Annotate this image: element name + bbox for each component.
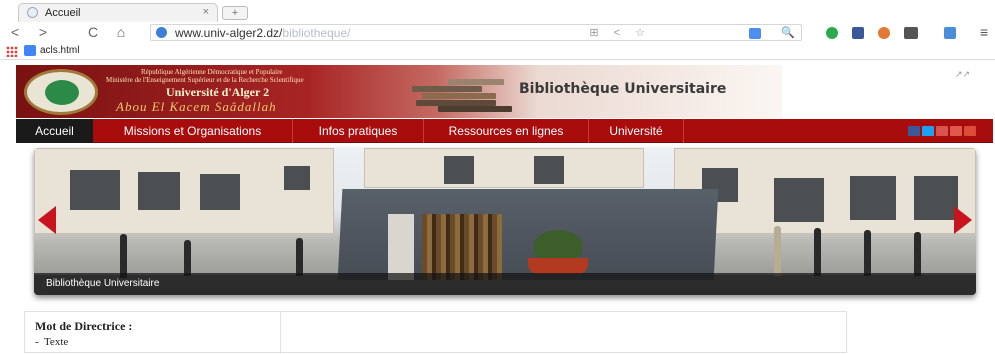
site-banner: République Algérienne Démocratique et Po… [16,65,782,118]
building-center [364,148,644,188]
facebook-icon[interactable] [852,27,864,39]
google-plus-icon[interactable] [964,126,976,136]
reload-button[interactable]: C [84,22,102,42]
panel-item-text: Texte [43,336,69,348]
image-slider[interactable]: Bibliothèque Universitaire [34,148,976,295]
new-tab-button[interactable]: + [222,6,248,20]
bookmarks-bar: acls.html [0,42,995,60]
page-content: République Algérienne Démocratique et Po… [0,60,995,354]
zoom-icon[interactable]: 🔍 [781,26,795,39]
secure-icon [156,27,167,38]
books-icon [408,70,518,114]
slider-prev-icon[interactable] [38,206,56,234]
globe-icon [27,7,38,18]
banner-script-name: Abou El Kacem Saâdallah [116,99,277,114]
forward-button[interactable]: > [34,22,52,42]
mail-icon[interactable] [950,126,962,136]
content-panel: Mot de Directrice : - Texte [24,311,847,354]
nav-infos-pratiques[interactable]: Infos pratiques [293,119,424,143]
panel-list-item[interactable]: - Texte [35,336,68,348]
extension-orange-icon[interactable] [878,27,890,39]
url-text[interactable]: www.univ-alger2.dz/bibliotheque/ [175,26,350,40]
browser-tab[interactable]: Accueil × [18,3,218,22]
bullet: - [35,336,39,348]
extension-blue-icon[interactable] [944,27,956,39]
rss-icon[interactable] [936,126,948,136]
panel-title: Mot de Directrice : [35,319,133,333]
nav-universite[interactable]: Université [589,119,684,143]
bookmark-icon[interactable] [24,45,36,56]
panel-divider [280,312,281,354]
bookmark-label[interactable]: acls.html [40,45,79,56]
menu-icon[interactable]: ≡ [980,24,988,40]
facebook-icon[interactable] [908,126,920,136]
banner-ministry: Ministère de l'Enseignement Supérieur et… [106,76,304,84]
home-button[interactable]: ⌂ [112,22,130,42]
plant [534,230,582,260]
site-title: Bibliothèque Universitaire [519,81,727,97]
monument-mosaic [422,214,502,280]
tab-strip: Accueil × + [0,0,995,22]
share-icon[interactable]: ↗↗ [955,69,970,80]
nav-missions[interactable]: Missions et Organisations [93,119,293,143]
university-logo[interactable] [24,69,98,115]
main-nav: Accueil Missions et Organisations Infos … [16,119,993,143]
nav-ressources[interactable]: Ressources en lignes [424,119,589,143]
slider-caption-text: Bibliothèque Universitaire [46,278,160,289]
browser-toolbar: < > C ⌂ www.univ-alger2.dz/bibliotheque/… [0,22,995,42]
slider-next-icon[interactable] [954,206,972,234]
extension-icon[interactable] [749,28,761,39]
nav-accueil[interactable]: Accueil [16,119,93,143]
tab-title: Accueil [45,7,81,19]
flower-pot [528,258,588,274]
banner-republic: République Algérienne Démocratique et Po… [141,68,283,76]
extension-dark-icon[interactable] [904,27,918,39]
logo-emblem [45,80,79,105]
close-icon[interactable]: × [203,6,209,18]
address-bar[interactable]: www.univ-alger2.dz/bibliotheque/ ⊞ < ☆ 🔍 [150,24,802,41]
apps-icon[interactable] [6,46,18,57]
banner-university: Université d'Alger 2 [166,85,270,99]
slider-caption: Bibliothèque Universitaire [34,273,976,295]
twitter-icon[interactable] [922,126,934,136]
page-actions[interactable]: ⊞ < ☆ [589,26,651,39]
extension-green-icon[interactable] [826,27,838,39]
back-button[interactable]: < [6,22,24,42]
